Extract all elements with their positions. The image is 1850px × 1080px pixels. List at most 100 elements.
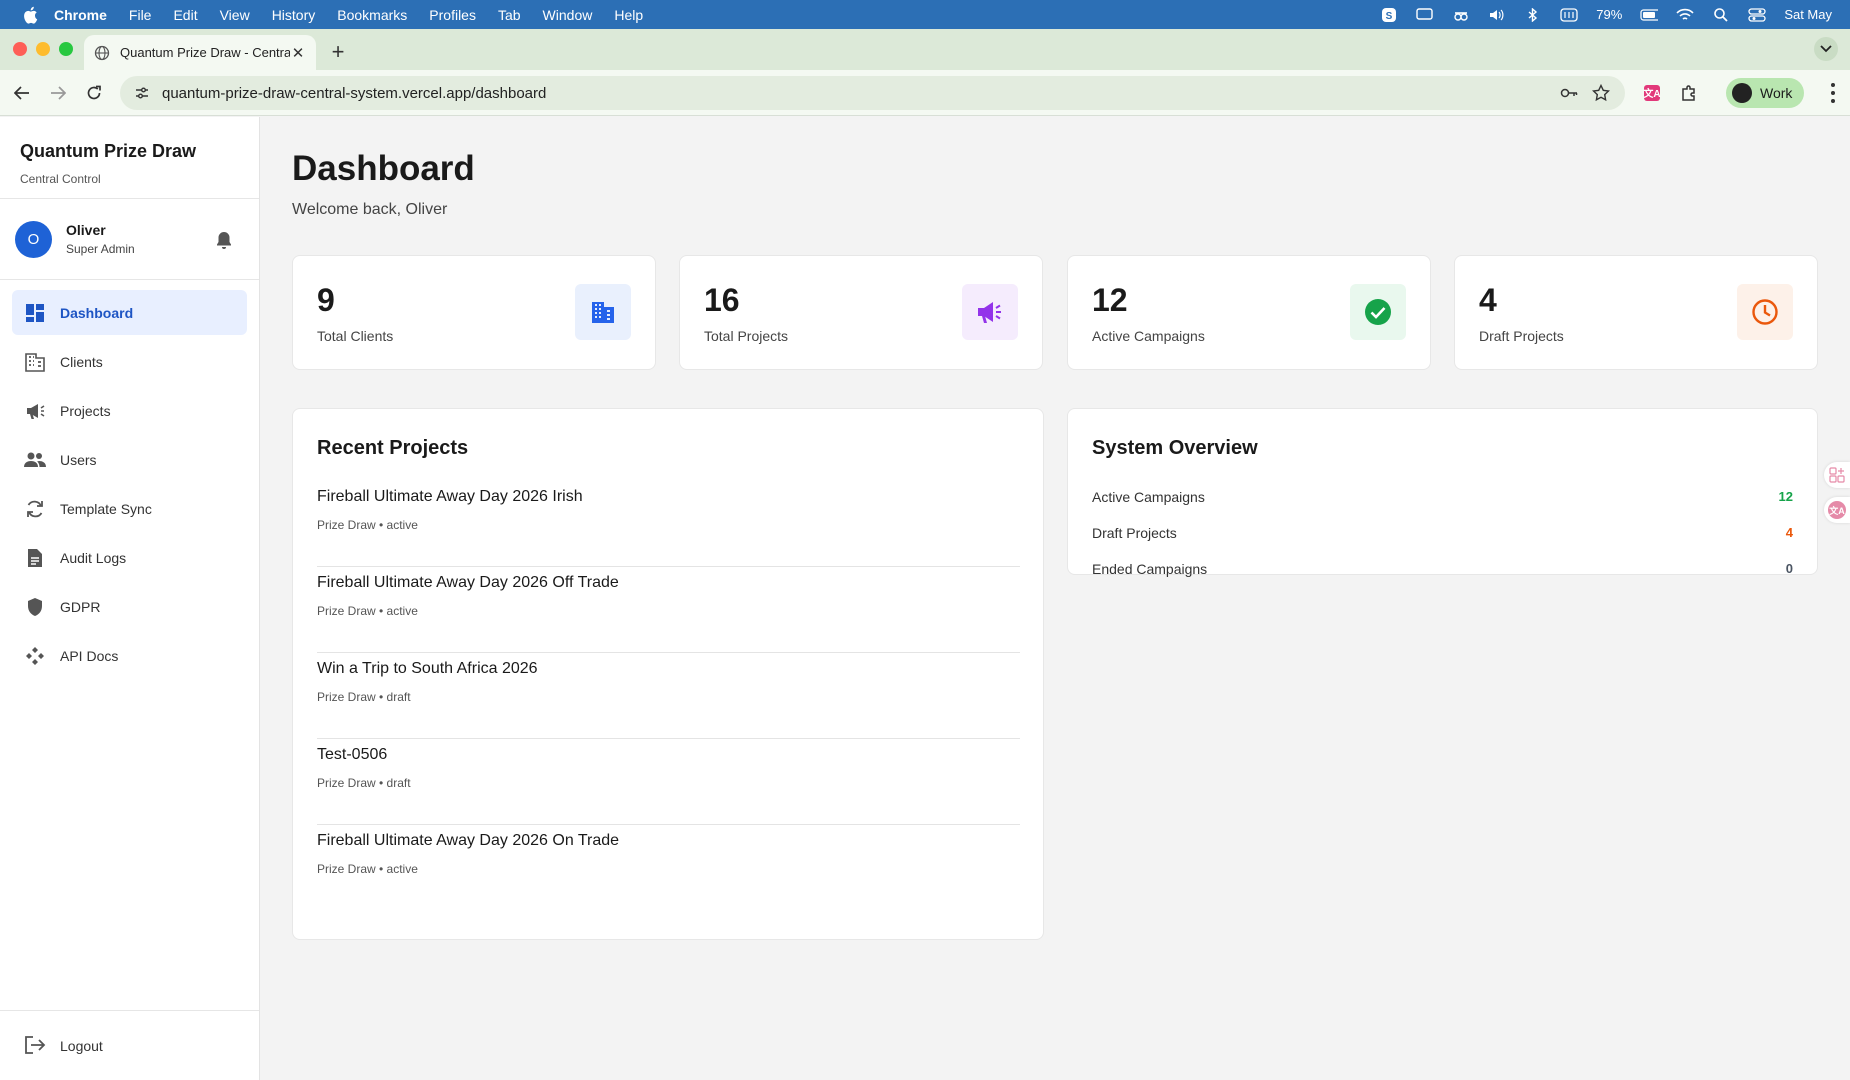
- profile-label: Work: [1760, 85, 1793, 101]
- overview-label: Active Campaigns: [1092, 489, 1205, 505]
- menu-window[interactable]: Window: [543, 7, 593, 23]
- building-icon: [24, 351, 46, 373]
- new-tab-button[interactable]: +: [328, 39, 348, 65]
- list-item[interactable]: Fireball Ultimate Away Day 2026 On Trade…: [317, 825, 1020, 911]
- list-item[interactable]: Test-0506 Prize Draw • draft: [317, 739, 1020, 825]
- logout-label: Logout: [60, 1037, 103, 1054]
- stat-label: Active Campaigns: [1092, 328, 1205, 344]
- sidebar-item-dashboard[interactable]: Dashboard: [12, 290, 247, 335]
- svg-text:文A: 文A: [1828, 505, 1845, 516]
- sidebar-item-users[interactable]: Users: [12, 437, 247, 482]
- stat-card-total-clients[interactable]: 9 Total Clients: [292, 255, 656, 370]
- profile-button[interactable]: Work: [1726, 78, 1805, 108]
- sidebar-item-clients[interactable]: Clients: [12, 339, 247, 384]
- overview-label: Draft Projects: [1092, 525, 1177, 541]
- logout-button[interactable]: Logout: [0, 1010, 259, 1080]
- close-window-button[interactable]: [13, 42, 27, 56]
- tab-search-chevron-icon[interactable]: [1814, 37, 1838, 61]
- close-tab-icon[interactable]: ✕: [290, 44, 306, 62]
- globe-icon: [94, 45, 110, 61]
- megaphone-icon: [962, 284, 1018, 340]
- menu-tab[interactable]: Tab: [498, 7, 521, 23]
- stat-value: 4: [1479, 282, 1497, 318]
- welcome-message: Welcome back, Oliver: [292, 201, 448, 218]
- browser-menu-icon[interactable]: [1830, 83, 1836, 103]
- clock-icon: [1737, 284, 1793, 340]
- side-panel-apps-icon[interactable]: [1824, 462, 1850, 488]
- sidebar-item-label: GDPR: [60, 598, 101, 615]
- url-text[interactable]: quantum-prize-draw-central-system.vercel…: [162, 85, 1547, 102]
- users-icon: [24, 449, 46, 471]
- system-overview-card: System Overview Active Campaigns 12 Draf…: [1067, 408, 1818, 577]
- skype-icon[interactable]: S: [1380, 7, 1398, 22]
- volume-icon[interactable]: [1488, 8, 1506, 22]
- menu-bookmarks[interactable]: Bookmarks: [337, 7, 407, 23]
- apple-icon[interactable]: [20, 5, 40, 25]
- svg-text:文A: 文A: [1643, 87, 1660, 100]
- document-icon: [24, 547, 46, 569]
- clock[interactable]: Sat May: [1784, 7, 1832, 22]
- menu-chrome[interactable]: Chrome: [54, 7, 107, 23]
- menu-edit[interactable]: Edit: [173, 7, 197, 23]
- screen-share-icon[interactable]: [1416, 7, 1434, 22]
- translate-extension-icon[interactable]: 文A: [1642, 83, 1662, 103]
- spotlight-search-icon[interactable]: [1712, 7, 1730, 22]
- stat-card-total-projects[interactable]: 16 Total Projects: [679, 255, 1043, 370]
- overview-value: 12: [1778, 489, 1793, 504]
- logout-icon: [24, 1035, 46, 1057]
- browser-tab[interactable]: Quantum Prize Draw - Central ✕: [84, 35, 316, 70]
- project-meta: Prize Draw • active: [317, 604, 418, 618]
- megaphone-icon: [24, 400, 46, 422]
- avatar[interactable]: O: [15, 220, 52, 258]
- user-panel: O Oliver Super Admin: [0, 199, 259, 280]
- user-role: Super Admin: [66, 242, 135, 256]
- extensions-puzzle-icon[interactable]: [1679, 83, 1699, 103]
- page-title: Dashboard: [292, 149, 475, 188]
- bluetooth-icon[interactable]: [1524, 7, 1542, 22]
- stat-card-draft-projects[interactable]: 4 Draft Projects: [1454, 255, 1818, 370]
- password-key-icon[interactable]: [1559, 83, 1579, 103]
- list-item[interactable]: Fireball Ultimate Away Day 2026 Off Trad…: [317, 567, 1020, 653]
- reload-icon[interactable]: [84, 83, 104, 103]
- input-method-icon[interactable]: [1560, 7, 1578, 22]
- overview-value: 0: [1785, 561, 1793, 576]
- list-item[interactable]: Win a Trip to South Africa 2026 Prize Dr…: [317, 653, 1020, 739]
- stat-value: 9: [317, 282, 335, 318]
- menu-profiles[interactable]: Profiles: [429, 7, 476, 23]
- project-name: Fireball Ultimate Away Day 2026 On Trade: [317, 832, 620, 849]
- project-meta: Prize Draw • draft: [317, 776, 411, 790]
- sidebar-item-label: Clients: [60, 353, 103, 370]
- list-item[interactable]: Fireball Ultimate Away Day 2026 Irish Pr…: [317, 481, 1020, 567]
- address-bar[interactable]: quantum-prize-draw-central-system.vercel…: [120, 76, 1625, 110]
- sidebar-item-label: Users: [60, 451, 97, 468]
- main-content: Dashboard Welcome back, Oliver 9 Total C…: [261, 117, 1850, 1080]
- recent-projects-card: Recent Projects Fireball Ultimate Away D…: [292, 408, 1044, 940]
- back-arrow-icon[interactable]: [12, 83, 32, 103]
- user-name: Oliver: [66, 222, 106, 238]
- menu-view[interactable]: View: [220, 7, 250, 23]
- site-settings-icon[interactable]: [134, 85, 150, 101]
- menu-help[interactable]: Help: [614, 7, 643, 23]
- sidebar-item-audit-logs[interactable]: Audit Logs: [12, 535, 247, 580]
- sidebar-item-template-sync[interactable]: Template Sync: [12, 486, 247, 531]
- sidebar-item-projects[interactable]: Projects: [12, 388, 247, 433]
- bell-icon[interactable]: [213, 229, 235, 251]
- incognito-icon[interactable]: [1452, 8, 1470, 22]
- battery-icon[interactable]: [1640, 8, 1659, 22]
- menu-history[interactable]: History: [272, 7, 316, 23]
- shield-icon: [24, 596, 46, 618]
- sidebar-item-label: API Docs: [60, 647, 119, 664]
- forward-arrow-icon[interactable]: [48, 83, 68, 103]
- stat-label: Total Projects: [704, 328, 789, 344]
- control-center-icon[interactable]: [1748, 7, 1766, 22]
- stat-card-active-campaigns[interactable]: 12 Active Campaigns: [1067, 255, 1431, 370]
- maximize-window-button[interactable]: [59, 42, 73, 56]
- wifi-icon[interactable]: [1676, 8, 1694, 22]
- side-panel-translate-icon[interactable]: 文A: [1824, 497, 1850, 523]
- menu-file[interactable]: File: [129, 7, 152, 23]
- minimize-window-button[interactable]: [36, 42, 50, 56]
- sidebar-item-api-docs[interactable]: API Docs: [12, 633, 247, 678]
- bookmark-star-icon[interactable]: [1591, 83, 1611, 103]
- sidebar-item-gdpr[interactable]: GDPR: [12, 584, 247, 629]
- profile-avatar: [1732, 83, 1752, 103]
